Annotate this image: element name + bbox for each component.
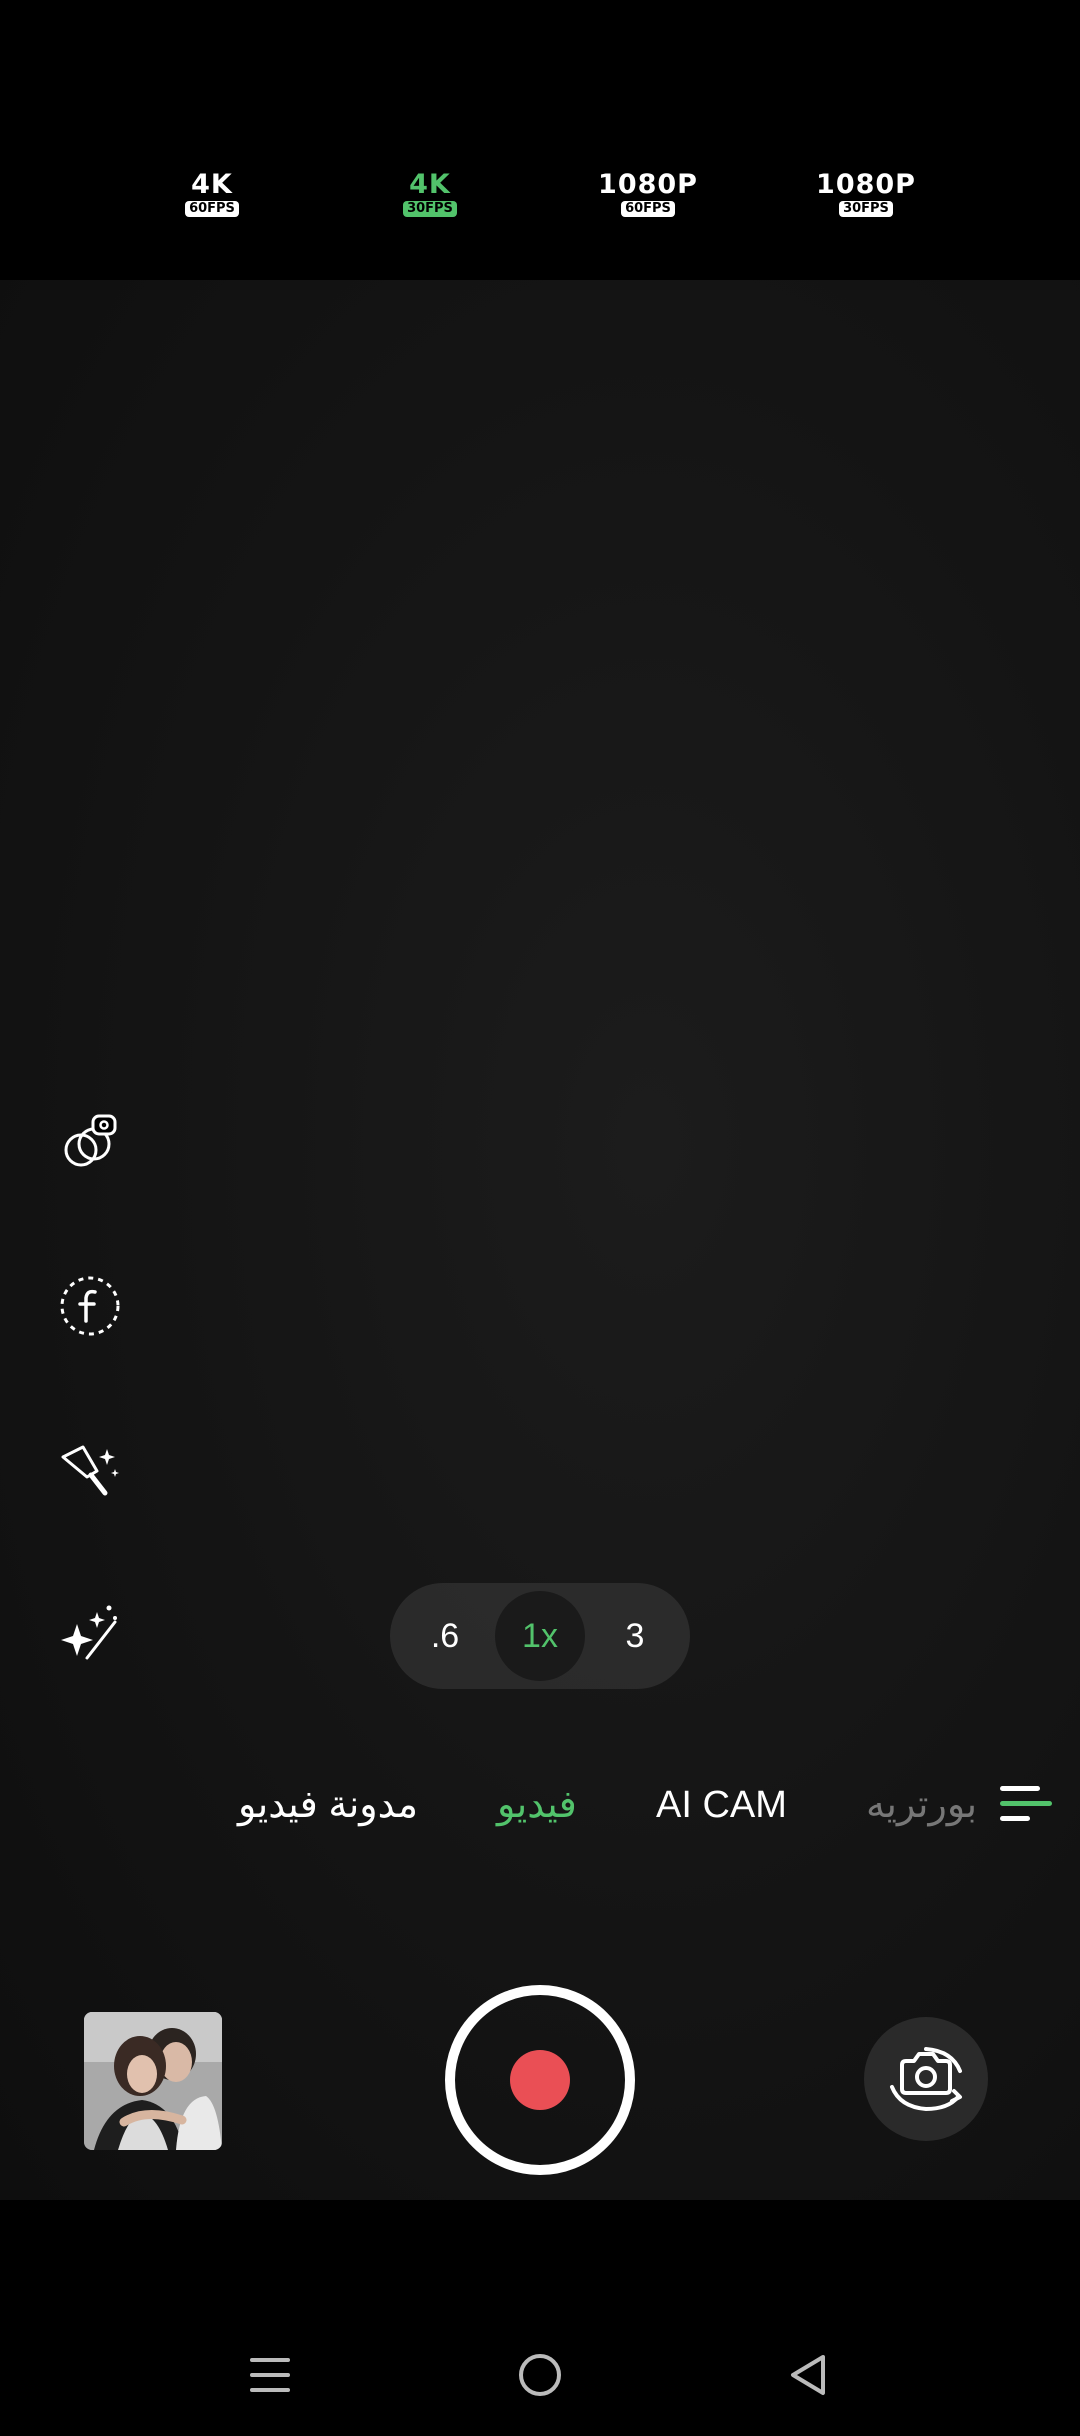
recent-apps-button[interactable] — [230, 2340, 310, 2410]
filter-button[interactable] — [55, 1108, 125, 1178]
switch-camera-button[interactable] — [864, 2017, 988, 2141]
more-modes-menu-icon[interactable] — [1000, 1780, 1052, 1830]
fps-label: 60FPS — [621, 201, 675, 217]
resolution-1080p-30fps[interactable]: 1080P 30FPS — [811, 170, 921, 217]
mode-video-blog[interactable]: مدونة فيديو — [238, 1780, 418, 1830]
zoom-selector: .6 1x 3 — [390, 1583, 690, 1689]
filter-icon — [64, 1114, 117, 1167]
resolution-label: 1080P — [598, 169, 698, 200]
switch-camera-icon — [890, 2047, 962, 2112]
resolution-label: 4K — [409, 169, 451, 200]
beauty-wand-icon — [61, 1445, 119, 1496]
gallery-thumbnail[interactable] — [84, 2012, 222, 2150]
flash-f-icon — [60, 1276, 120, 1336]
resolution-1080p-60fps[interactable]: 1080P 60FPS — [593, 170, 703, 217]
resolution-selector: 4K 60FPS 4K 30FPS 1080P 60FPS 1080P 30FP… — [0, 170, 1080, 230]
record-button[interactable] — [445, 1985, 635, 2175]
mode-portrait[interactable]: بورتريه — [866, 1780, 977, 1830]
resolution-label: 4K — [191, 169, 233, 200]
record-icon — [510, 2050, 570, 2110]
back-icon — [791, 2355, 825, 2395]
resolution-4k-60fps[interactable]: 4K 60FPS — [157, 170, 267, 217]
resolution-label: 1080P — [816, 169, 916, 200]
recent-apps-icon — [250, 2358, 290, 2392]
zoom-3x[interactable]: 3 — [590, 1591, 680, 1681]
fps-label: 30FPS — [403, 201, 457, 217]
resolution-4k-30fps[interactable]: 4K 30FPS — [375, 170, 485, 217]
back-button[interactable] — [768, 2340, 848, 2410]
mode-video[interactable]: فيديو — [497, 1780, 577, 1830]
mode-ai-cam[interactable]: AI CAM — [656, 1780, 787, 1830]
fps-label: 60FPS — [185, 201, 239, 217]
ai-enhance-button[interactable] — [55, 1596, 125, 1666]
home-icon — [519, 2354, 561, 2396]
gallery-preview-image — [84, 2012, 222, 2150]
home-button[interactable] — [500, 2340, 580, 2410]
beauty-button[interactable] — [55, 1433, 125, 1503]
flash-button[interactable] — [55, 1271, 125, 1341]
camera-viewfinder[interactable] — [0, 280, 1080, 2200]
zoom-0-6x[interactable]: .6 — [400, 1591, 490, 1681]
ai-sparkle-icon — [61, 1605, 117, 1660]
zoom-1x[interactable]: 1x — [495, 1591, 585, 1681]
fps-label: 30FPS — [839, 201, 893, 217]
